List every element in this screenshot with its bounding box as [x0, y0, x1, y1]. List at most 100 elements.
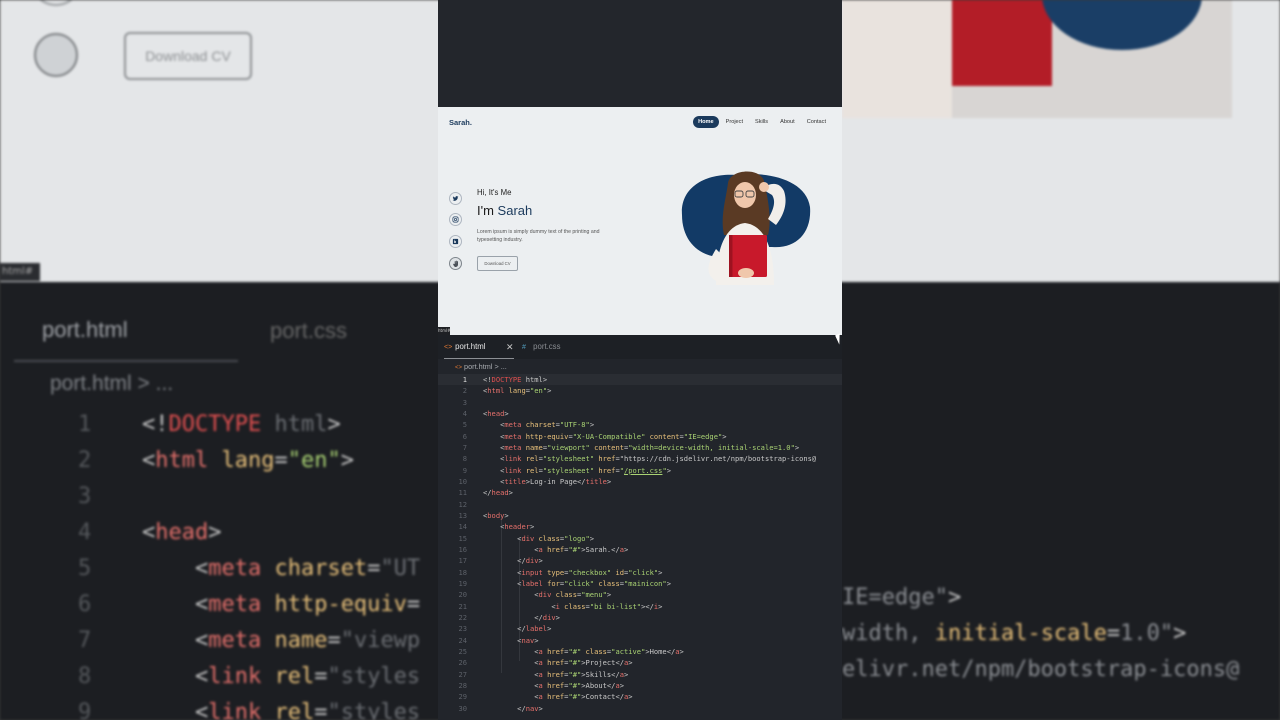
- code-line[interactable]: 5 <meta charset="UTF-8">: [438, 419, 842, 430]
- backdrop-line-text: <link rel="styles: [194, 700, 421, 720]
- backdrop-tag: html#: [0, 263, 40, 281]
- backdrop-right-code: IE=edge"> width, initial-scale=1.0"> elivr…: [842, 585, 1239, 693]
- backdrop-line-text: <!DOCTYPE html>: [142, 412, 341, 437]
- html-file-icon: <>: [444, 344, 453, 351]
- code-line[interactable]: 3: [438, 397, 842, 408]
- backdrop-line-number: 9: [78, 700, 92, 720]
- backdrop-line-text: <html lang="en">: [142, 448, 354, 473]
- backdrop-photo-blob: [1042, 0, 1202, 50]
- line-number: 14: [458, 522, 467, 532]
- code-line[interactable]: 6 <meta http-equiv="X-UA-Compatible" con…: [438, 431, 842, 442]
- tab-label-css: port.css: [533, 342, 561, 351]
- line-number: 2: [462, 386, 467, 396]
- line-number: 15: [458, 533, 467, 543]
- close-icon[interactable]: ✕: [506, 335, 514, 359]
- line-text: <head>: [483, 408, 509, 418]
- html-file-icon: <>: [455, 365, 463, 371]
- line-text: </label>: [517, 624, 552, 634]
- code-line[interactable]: 14 <header>: [438, 521, 842, 532]
- line-number: 24: [458, 635, 467, 645]
- backdrop-line-text: <meta charset="UT: [194, 556, 421, 581]
- backdrop-line-number: 4: [78, 520, 92, 545]
- code-line[interactable]: 11 </head>: [438, 487, 842, 498]
- breadcrumb-label: port.html > ...: [464, 362, 507, 371]
- code-line[interactable]: 4 <head>: [438, 408, 842, 419]
- linkedin-icon[interactable]: [449, 235, 462, 248]
- code-line[interactable]: 26 <a href="#">Project</a>: [438, 657, 842, 668]
- line-text: <nav>: [517, 635, 539, 645]
- backdrop-line-number: 6: [78, 592, 92, 617]
- line-text: </nav>: [517, 703, 543, 713]
- line-number: 3: [462, 397, 467, 407]
- backdrop-line-number: 2: [78, 448, 92, 473]
- line-number: 18: [458, 567, 467, 577]
- backdrop-line-text: <meta http-equiv=: [194, 592, 421, 617]
- code-line[interactable]: 22 </div>: [438, 612, 842, 623]
- backdrop-line-number: 8: [78, 664, 92, 689]
- hand-icon[interactable]: [449, 257, 462, 270]
- line-number: 1: [462, 375, 467, 384]
- nav-link-skills[interactable]: Skills: [750, 116, 773, 128]
- code-line[interactable]: 12: [438, 499, 842, 510]
- line-number: 17: [458, 556, 467, 566]
- line-text: <i class="bi bi-list"></i>: [551, 601, 663, 611]
- line-text: <meta http-equiv="X-UA-Compatible" conte…: [500, 431, 727, 441]
- code-line[interactable]: 1 <!DOCTYPE html>: [438, 374, 842, 386]
- code-line[interactable]: 8 <link rel="stylesheet" href="https://c…: [438, 453, 842, 464]
- line-text: <a href="#">Sarah.</a>: [534, 544, 629, 554]
- line-number: 27: [458, 669, 467, 679]
- code-line[interactable]: 25 <a href="#" class="active">Home</a>: [438, 646, 842, 657]
- breadcrumb[interactable]: <> port.html > ...: [455, 362, 507, 371]
- code-line[interactable]: 16 <a href="#">Sarah.</a>: [438, 544, 842, 555]
- code-area[interactable]: 1 <!DOCTYPE html> 2 <html lang="en"> 3 4 <head…: [438, 374, 842, 714]
- code-line[interactable]: 21 <i class="bi bi-list"></i>: [438, 601, 842, 612]
- code-line[interactable]: 2 <html lang="en">: [438, 385, 842, 396]
- panel-top-bar: [438, 0, 842, 107]
- preview-tag: html#: [438, 327, 451, 335]
- code-line[interactable]: 28 <a href="#">About</a>: [438, 680, 842, 691]
- code-line[interactable]: 17 </div>: [438, 555, 842, 566]
- code-line[interactable]: 30 </nav>: [438, 703, 842, 714]
- code-line[interactable]: 24 <nav>: [438, 635, 842, 646]
- backdrop-line-text: <link rel="styles: [194, 664, 421, 689]
- backdrop-tab-html: port.html: [42, 317, 128, 342]
- line-number: 4: [462, 408, 467, 418]
- code-line[interactable]: 19 <label for="click" class="mainicon">: [438, 578, 842, 589]
- nav-link-project[interactable]: Project: [721, 116, 748, 128]
- portrait-hand: [759, 182, 769, 192]
- line-number: 23: [458, 624, 467, 634]
- code-line[interactable]: 18 <input type="checkbox" id="click">: [438, 567, 842, 578]
- line-text: </div>: [517, 556, 543, 566]
- code-line[interactable]: 9 <link rel="stylesheet" href="/port.css…: [438, 465, 842, 476]
- code-line[interactable]: 13 <body>: [438, 510, 842, 521]
- twitter-icon[interactable]: [449, 192, 462, 205]
- portrait-face: [734, 182, 756, 208]
- line-text: <a href="#" class="active">Home</a>: [534, 646, 684, 656]
- code-line[interactable]: 27 <a href="#">Skills</a>: [438, 669, 842, 680]
- line-text: <link rel="stylesheet" href="https://cdn…: [500, 454, 817, 464]
- line-text: <!DOCTYPE html>: [483, 375, 548, 384]
- backdrop-line-number: 7: [78, 628, 92, 653]
- line-text: <meta charset="UTF-8">: [500, 420, 595, 430]
- nav-link-home[interactable]: Home: [693, 116, 719, 128]
- code-line[interactable]: 15 <div class="logo">: [438, 533, 842, 544]
- nav-link-contact[interactable]: Contact: [802, 116, 831, 128]
- line-text: <a href="#">Skills</a>: [534, 669, 629, 679]
- code-line[interactable]: 29 <a href="#">Contact</a>: [438, 691, 842, 702]
- code-line[interactable]: 20 <div class="menu">: [438, 589, 842, 600]
- backdrop-hand-icon: [34, 33, 78, 77]
- download-cv-button[interactable]: Download CV: [477, 256, 518, 271]
- code-line[interactable]: 7 <meta name="viewport" content="width=d…: [438, 442, 842, 453]
- line-text: <html lang="en">: [483, 386, 552, 396]
- tab-port-css[interactable]: # port.css: [522, 335, 582, 359]
- site-logo[interactable]: Sarah.: [449, 118, 472, 127]
- hero-greeting: Hi, It's Me: [477, 188, 512, 197]
- backdrop-tab-underline: [14, 360, 238, 362]
- site-nav: Home Project Skills About Contact: [693, 116, 831, 128]
- code-line[interactable]: 10 <title>Log-in Page</title>: [438, 476, 842, 487]
- instagram-icon[interactable]: [449, 213, 462, 226]
- backdrop-photo-arm: [842, 0, 952, 118]
- tab-port-html[interactable]: <> port.html ✕: [444, 335, 514, 359]
- nav-link-about[interactable]: About: [775, 116, 800, 128]
- code-line[interactable]: 23 </label>: [438, 623, 842, 634]
